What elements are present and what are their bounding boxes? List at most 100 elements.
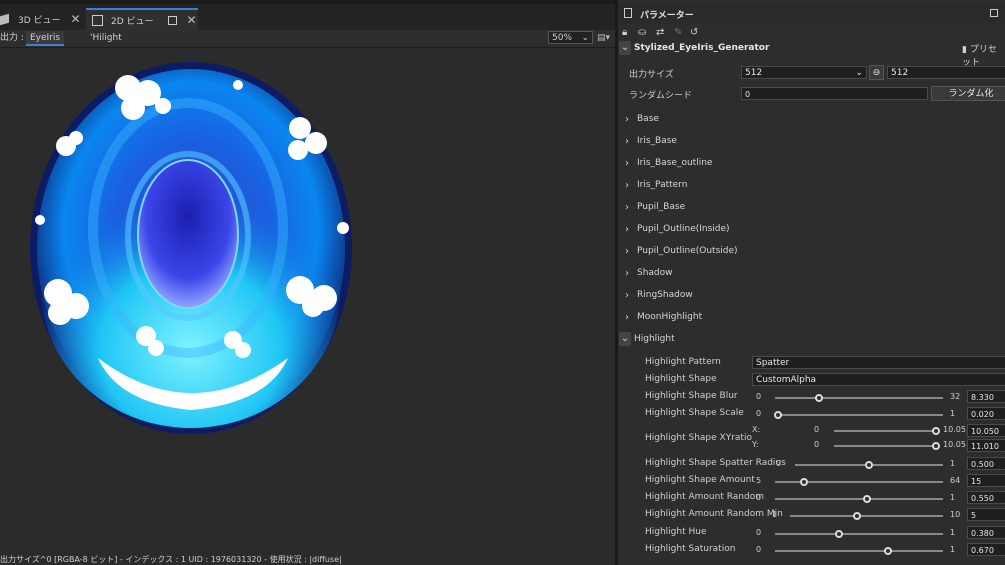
section-label: Base [637,114,659,124]
slider-track[interactable] [775,397,943,399]
highlight-pattern-select[interactable]: Spatter [752,356,1005,369]
view-options-icon[interactable]: ▤▾ [597,33,610,43]
chevron-down-icon: ⌄ [855,68,863,78]
slider-handle[interactable] [883,547,892,555]
document-icon: ▮ [962,45,970,55]
tab-3d-view[interactable]: 3D ビュー ✕ [0,8,84,30]
cube-icon [0,13,9,25]
highlight-shape-select[interactable]: CustomAlpha [752,373,1005,386]
chevron-right-icon[interactable]: › [620,180,634,191]
xyratio-x-input[interactable]: 10.050 [967,424,1005,437]
section-iris-base-outline[interactable]: › Iris_Base_outline [618,153,1005,173]
slider-value-input[interactable]: 0.670 [967,543,1005,556]
section-iris-base[interactable]: › Iris_Base [618,131,1005,151]
chevron-down-icon[interactable]: ⌄ [619,332,631,346]
lock-icon[interactable]: 🔒︎ [622,27,627,38]
slider-handle[interactable] [834,530,843,538]
slider-track[interactable] [790,515,943,517]
chevron-right-icon[interactable]: › [620,202,634,213]
output-size-width-select[interactable]: 512 ⌄ [741,66,867,79]
chevron-right-icon[interactable]: › [620,312,634,323]
xyratio-y-input[interactable]: 11.010 [967,439,1005,452]
slider-handle[interactable] [932,442,940,450]
chevron-right-icon[interactable]: › [620,136,634,147]
slider-value-input[interactable]: 0.550 [967,491,1005,504]
panel-header: パラメーター [618,4,1005,24]
section-moonhighlight[interactable]: › MoonHighlight [618,307,1005,327]
slider-value-input[interactable]: 8.330 [967,390,1005,403]
section-ringshadow[interactable]: › RingShadow [618,285,1005,305]
slider-value-input[interactable]: 0.380 [967,526,1005,539]
slider-value-input[interactable]: 15 [967,474,1005,487]
section-pupil-base[interactable]: › Pupil_Base [618,197,1005,217]
slider-handle[interactable] [774,411,783,419]
section-pupil-outline-outside[interactable]: › Pupil_Outline(Outside) [618,241,1005,261]
random-seed-row: ランダムシード 0 ランダム化 [618,85,1005,103]
zoom-select[interactable]: 50% ⌄ [548,31,593,44]
slider-track[interactable] [775,498,943,500]
slider-handle[interactable] [865,461,873,469]
slider-value-input[interactable]: 0.500 [967,457,1005,470]
slider-label: Highlight Shape Amount [645,475,755,485]
eye-iris-texture [30,62,352,434]
chevron-right-icon[interactable]: › [620,246,634,257]
highlight-pattern-select-value: Spatter [756,358,790,368]
close-icon[interactable]: ✕ [187,13,197,27]
slider-track[interactable] [834,445,936,447]
document-icon [624,8,632,18]
chevron-right-icon[interactable]: › [620,268,634,279]
slider-handle[interactable] [814,394,823,402]
output-size-width-value: 512 [745,68,763,78]
slider-max: 1 [950,409,956,418]
section-pupil-outline-inside[interactable]: › Pupil_Outline(Inside) [618,219,1005,239]
tab-2d-view[interactable]: 2D ビュー ✕ [86,8,198,30]
slider-max: 10 [950,510,961,519]
output-label: 出力 : [0,33,24,43]
section-base[interactable]: › Base [618,109,1005,129]
slider-track[interactable] [775,414,943,416]
chevron-right-icon[interactable]: › [620,224,634,235]
chevron-right-icon[interactable]: › [620,158,634,169]
tab-3d-view-label: 3D ビュー [18,15,61,26]
output-size-height-value: 512 [891,68,909,78]
slider-track[interactable] [775,533,943,535]
output-channel[interactable]: 'Hilight [90,31,122,46]
chevron-right-icon[interactable]: › [620,114,634,125]
section-label: Iris_Base [637,136,677,146]
slider-label: Highlight Shape Scale [645,408,744,418]
randomize-button[interactable]: ランダム化 [931,86,1005,101]
slider-label: Highlight Shape Spatter Radius [645,458,786,468]
view-tab-bar: 3D ビュー ✕ 2D ビュー ✕ [0,0,615,30]
slider-track[interactable] [775,550,943,552]
close-icon[interactable]: ✕ [71,12,81,26]
slider-track[interactable] [834,430,936,432]
output-tab-eyeiris[interactable]: EyeIris [26,31,64,46]
maximize-icon[interactable] [167,15,177,25]
section-iris-pattern[interactable]: › Iris_Pattern [618,175,1005,195]
section-label: Pupil_Outline(Outside) [637,246,738,256]
slider-handle[interactable] [863,495,872,503]
chevron-down-icon[interactable]: ⌄ [619,41,631,55]
random-seed-label: ランダムシード [629,90,693,101]
unlock-icon[interactable]: ⛀ [638,27,646,38]
slider-value-input[interactable]: 5 [967,508,1005,521]
parameter-panel: パラメーター 🔒︎ ⛀ ⇄ ✎ ↺ ⌄ Stylized_EyeIris_Gen… [618,0,1005,565]
chevron-right-icon[interactable]: › [620,290,634,301]
output-size-height-select[interactable]: 512 [887,66,1005,79]
slider-min: 0 [776,459,782,468]
output-selector-row: 出力 : EyeIris 'Hilight [0,30,615,48]
slider-handle[interactable] [853,512,862,520]
section-highlight[interactable]: ⌄ Highlight [618,329,1005,349]
section-shadow[interactable]: › Shadow [618,263,1005,283]
slider-value-input[interactable]: 0.020 [967,407,1005,420]
maximize-icon[interactable] [990,9,998,17]
highlight-shape-select-value: CustomAlpha [756,375,817,385]
slider-handle[interactable] [932,427,940,435]
slider-handle[interactable] [799,478,808,486]
link-icon[interactable]: ⊖ [869,65,884,80]
reset-icon[interactable]: ↺ [690,27,698,38]
random-seed-input[interactable]: 0 [741,87,928,100]
arrows-icon[interactable]: ⇄ [656,27,664,38]
slider-max: 1 [950,545,956,554]
pin-icon[interactable]: ✎ [674,27,682,38]
